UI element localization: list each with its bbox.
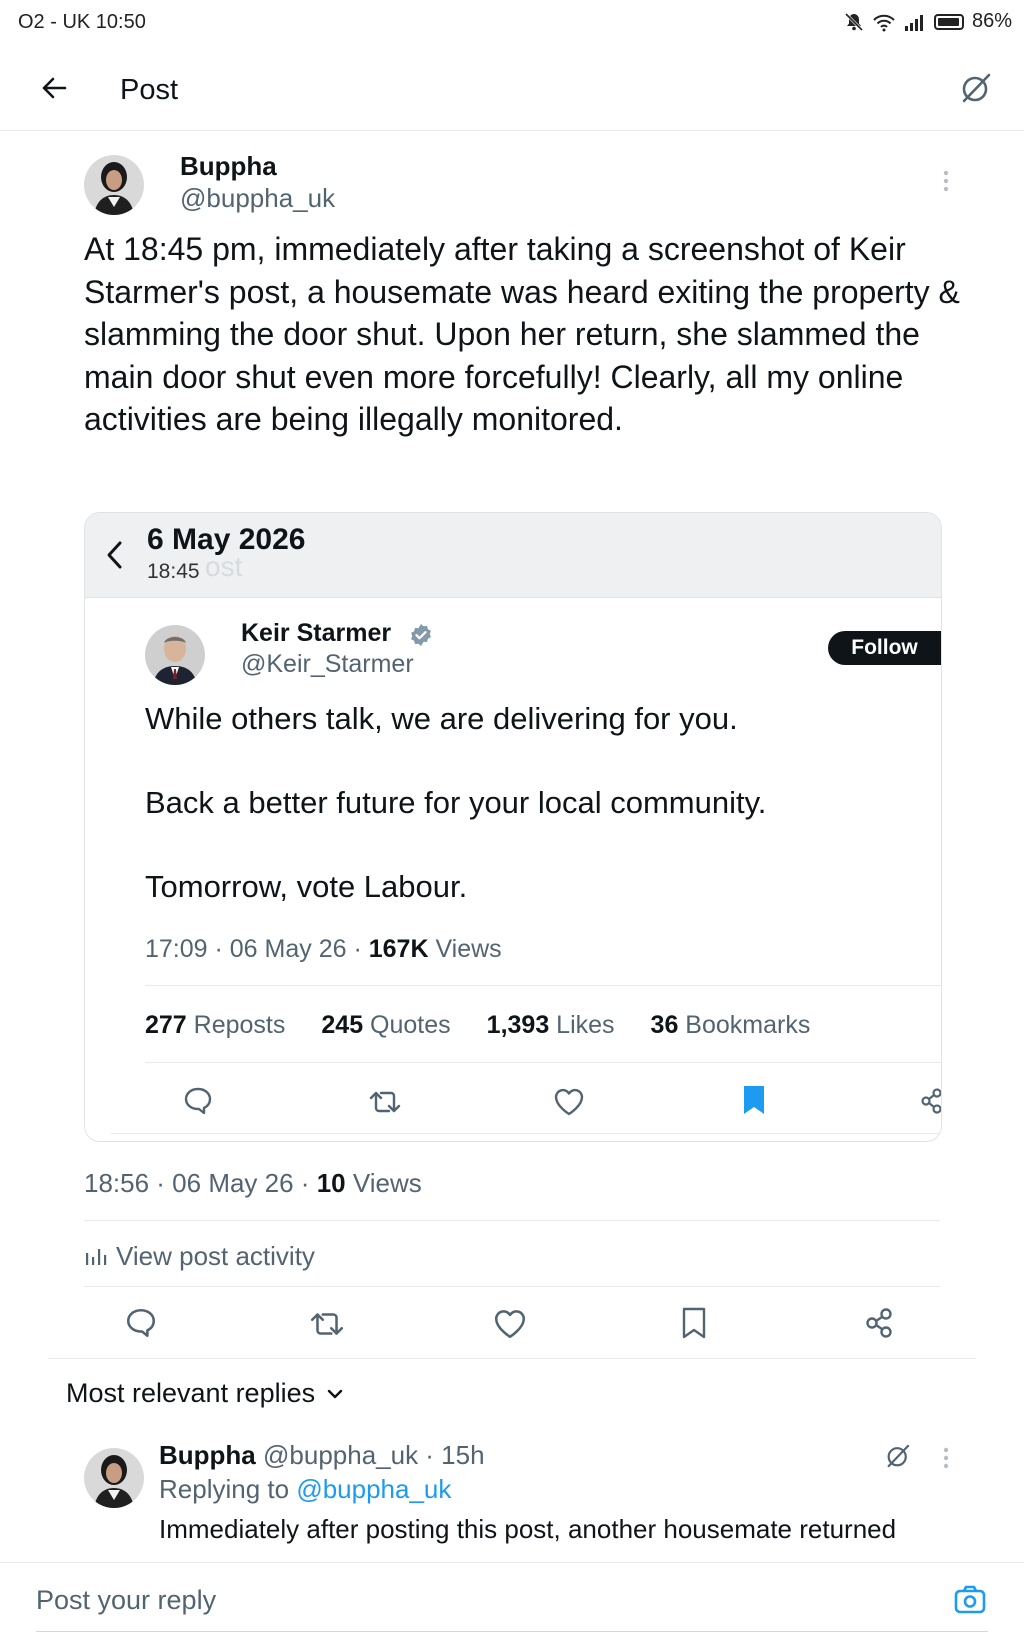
page-title: Post [120,74,179,106]
bookmarks-count: 36 [650,1011,679,1039]
quotes-label: Quotes [363,1011,451,1039]
embed-meta-time: 17:09 · 06 May 26 · [145,935,369,963]
embed-views-label: Views [428,935,502,963]
bookmarks-label: Bookmarks [678,1011,811,1039]
author-avatar[interactable] [84,155,144,215]
reply-more-options-icon[interactable] [943,1447,949,1469]
embed-time: 18:45 [147,560,200,583]
embed-bookmark-filled-icon [741,1084,767,1116]
signal-icon [904,12,926,32]
divider [84,1220,940,1221]
analytics-icon [84,1245,108,1267]
replies-heading: Most relevant replies [66,1378,316,1408]
embed-header: ost 6 May 2026 18:45 [85,513,941,598]
more-options-icon[interactable] [943,170,949,192]
post-views-count: 10 [316,1168,346,1198]
embed-date: 6 May 2026 [147,523,306,556]
replies-sort-toggle[interactable]: Most relevant replies [66,1378,343,1409]
divider [48,1358,976,1359]
reply-header: Buppha @buppha_uk · 15h [159,1440,485,1471]
status-bar: O2 - UK 10:50 86% [0,0,1024,46]
reply-grok-icon[interactable] [884,1442,912,1470]
battery-level: 86% [971,10,1012,32]
embed-line-1: While others talk, we are delivering for… [145,701,738,736]
post-time: 18:56 · 06 May 26 · [84,1168,317,1198]
reply-icon[interactable] [124,1306,158,1340]
reply-age: · 15h [418,1440,485,1470]
repost-icon[interactable] [309,1308,345,1340]
battery-icon [933,13,964,30]
chevron-down-icon [327,1388,343,1400]
reply-input[interactable]: Post your reply [36,1585,216,1616]
reply-composer: Post your reply [0,1562,1024,1639]
reply-author-handle[interactable]: @buppha_uk [263,1440,418,1470]
embed-stats: 277 Reposts 245 Quotes 1,393 Likes 36 Bookm… [145,1011,810,1040]
replying-to: Replying to @buppha_uk [159,1474,451,1505]
mute-bell-icon [844,12,864,32]
embed-like-icon [553,1087,585,1117]
divider [111,1133,941,1134]
embed-views-count: 167K [368,935,429,963]
embed-author-handle: @Keir_Starmer [241,650,414,678]
share-icon[interactable] [864,1306,894,1340]
embed-share-icon [921,1087,941,1115]
reposts-label: Reposts [186,1011,286,1039]
embed-meta: 17:09 · 06 May 26 · 167K Views [145,935,502,964]
author-name[interactable]: Buppha [180,151,277,182]
wifi-icon [872,12,896,32]
replying-to-handle[interactable]: @buppha_uk [296,1474,451,1504]
embed-repost-icon [368,1087,402,1117]
reply-text: Immediately after posting this post, ano… [159,1514,897,1544]
verified-badge-icon [409,623,433,647]
post-text: At 18:45 pm, immediately after taking a … [84,231,960,437]
divider [145,1062,941,1063]
embed-line-2: Back a better future for your local comm… [145,785,767,820]
grok-icon[interactable] [958,70,994,106]
status-icons: 86% [844,10,1012,33]
divider [145,985,941,986]
bookmark-icon[interactable] [681,1306,707,1340]
likes-count: 1,393 [486,1011,550,1039]
reposts-count: 277 [145,1011,187,1039]
carrier-time: O2 - UK 10:50 [18,11,146,33]
embed-author-avatar [145,625,205,685]
embed-line-3: Tomorrow, vote Labour. [145,869,468,904]
composer-underline [36,1631,988,1632]
likes-label: Likes [549,1011,615,1039]
back-arrow-icon[interactable] [38,72,70,104]
embedded-screenshot: ost 6 May 2026 18:45 Keir Starmer @Keir_… [84,512,942,1142]
embed-author-name: Keir Starmer [241,619,392,647]
view-post-activity-label: View post activity [116,1240,315,1271]
author-handle[interactable]: @buppha_uk [180,183,335,214]
post-views-label: Views [345,1168,422,1198]
view-post-activity[interactable]: View post activity [84,1238,315,1274]
divider [84,1286,940,1287]
follow-button: Follow [828,631,941,665]
quotes-count: 245 [321,1011,364,1039]
like-icon[interactable] [493,1308,527,1340]
chevron-left-icon [105,539,125,571]
top-app-bar: Post [0,46,1024,131]
replying-to-label: Replying to [159,1474,297,1504]
camera-icon[interactable] [954,1585,986,1615]
reply-author-name[interactable]: Buppha [159,1440,256,1470]
post-meta: 18:56 · 06 May 26 · 10 Views [84,1168,422,1199]
embed-reply-icon [182,1085,214,1117]
reply-avatar[interactable] [84,1448,144,1508]
